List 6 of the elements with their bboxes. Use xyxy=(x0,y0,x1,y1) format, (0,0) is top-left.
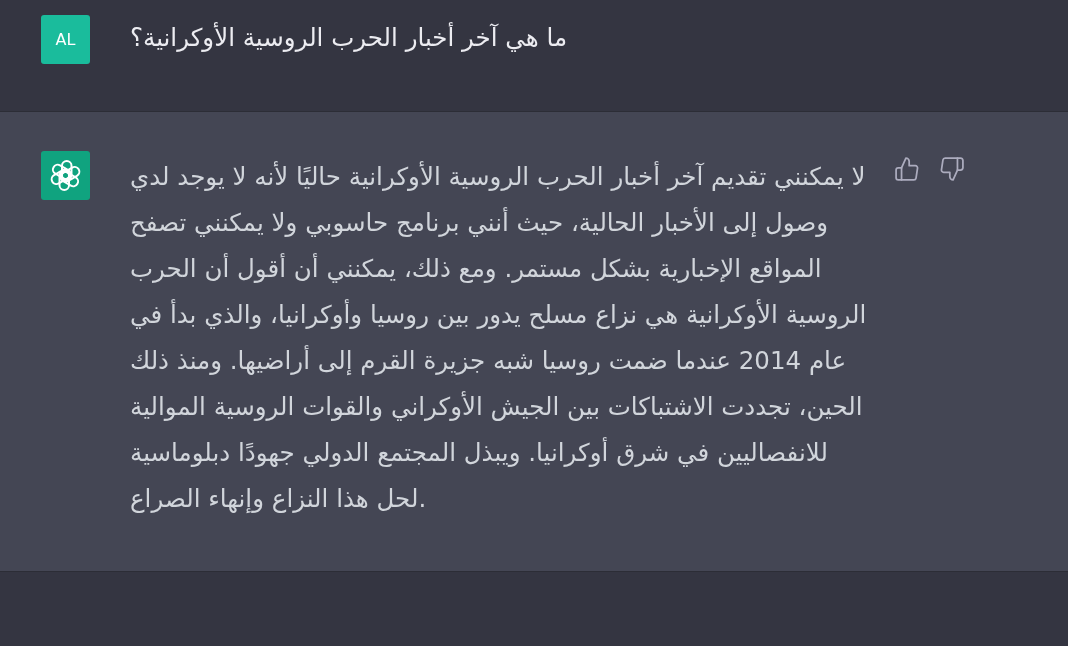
avatar-logo-icon xyxy=(41,151,90,200)
question-text: ما هي آخر أخبار الحرب الروسية الأوكرانية؟ xyxy=(130,21,569,54)
thumbs-down-icon[interactable] xyxy=(940,157,964,181)
user-avatar: AL xyxy=(41,15,90,64)
thumbs-up-icon[interactable] xyxy=(895,157,919,181)
answer-text: لا يمكنني تقديم آخر أخبار الحرب الروسية الأوكرانية حاليًا لأنه لا يوجد لدي وصول إلى الأخبار الحالية، حيث أنني برنامج حاسوبي ولا يمكنني تصفح المواقع الإخبارية بشكل مستمر. ومع ذلك، يمكنني أن أقول أن الحرب الروسية الأوكرانية هي نزاع مسلح يدور بين روسيا وأوكرانيا، والذي بدأ في عام 2014 عندما ضمت روسيا شبه جزيرة القرم إلى أراضيها. ومنذ ذلك الحين، تجددت الاشتباكات بين الجيش الأوكراني والقوات الروسية الموالية للانفصاليين في شرق أوكرانيا. ويبذل المجتمع الدولي جهودًا دبلوماسية لحل هذا النزاع وإنهاء الصراع. xyxy=(130,160,868,515)
